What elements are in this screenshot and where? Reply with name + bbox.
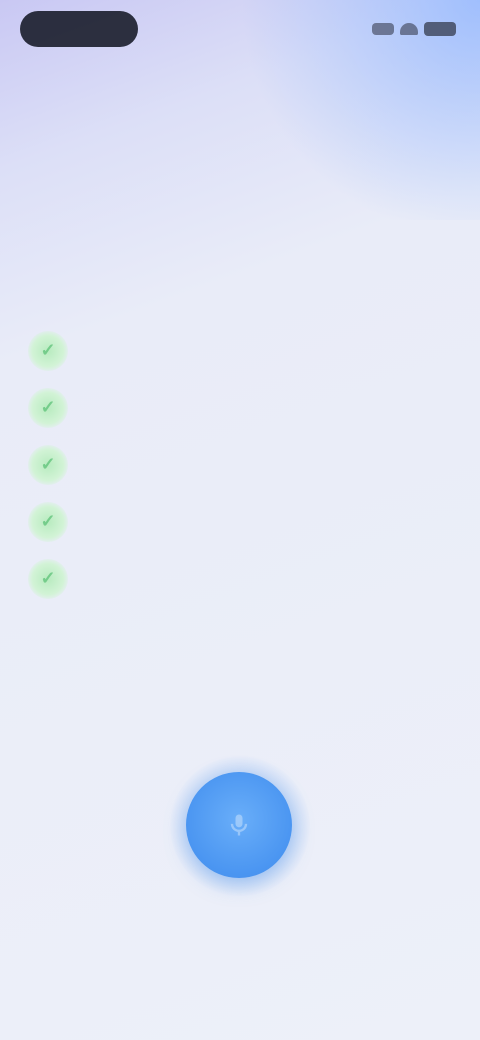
list-item: ✓ bbox=[28, 322, 440, 379]
dynamic-island bbox=[20, 11, 138, 47]
signal-icon bbox=[372, 23, 394, 35]
microphone-button[interactable] bbox=[186, 772, 292, 878]
check-icon: ✓ bbox=[28, 387, 68, 428]
list-item: ✓ bbox=[28, 436, 440, 493]
microphone-icon bbox=[230, 814, 248, 836]
status-bar bbox=[20, 8, 456, 50]
battery-icon bbox=[424, 22, 456, 36]
list-item: ✓ bbox=[28, 379, 440, 436]
check-icon: ✓ bbox=[28, 330, 68, 371]
check-icon: ✓ bbox=[28, 558, 68, 599]
check-icon: ✓ bbox=[28, 501, 68, 542]
wifi-icon bbox=[400, 23, 418, 35]
list-item: ✓ bbox=[28, 493, 440, 550]
feature-list: ✓ ✓ ✓ ✓ ✓ bbox=[28, 322, 440, 607]
list-item: ✓ bbox=[28, 550, 440, 607]
status-icons bbox=[372, 22, 456, 36]
check-icon: ✓ bbox=[28, 444, 68, 485]
